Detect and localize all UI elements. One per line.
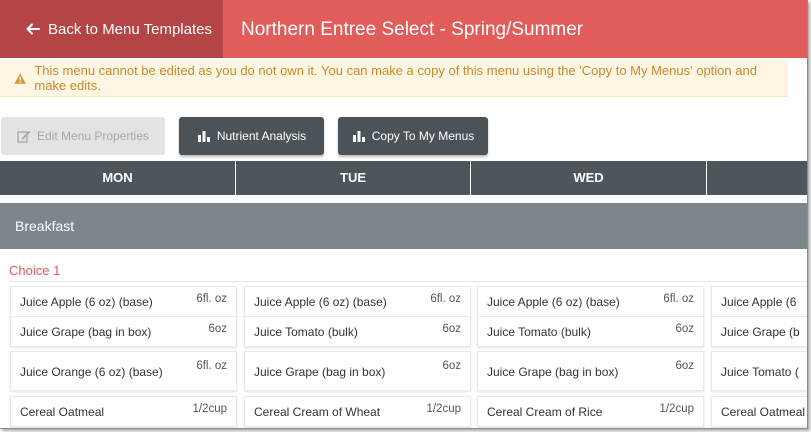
menu-item-quantity: 1/2cup [192,403,227,415]
menu-item-card[interactable]: Cereal Oatmeal 1/2cup [10,396,237,427]
nutrient-analysis-label: Nutrient Analysis [216,129,307,143]
menu-item-name: Juice Tomato ( [721,365,799,379]
menu-item-name: Juice Grape (bag in box) [254,365,386,379]
menu-item-quantity: 6oz [208,323,227,335]
back-to-menu-templates-button[interactable]: Back to Menu Templates [0,0,223,58]
bar-chart-icon [197,131,210,142]
menu-item-card[interactable]: Juice Grape (b [711,316,807,347]
menu-item-quantity: 6fl. oz [663,293,694,305]
warning-triangle-icon [14,72,26,84]
menu-item-name: Juice Apple (6 [721,295,797,309]
copy-to-my-menus-label: Copy To My Menus [371,129,475,143]
day-header-wed: WED [471,161,707,195]
menu-item-quantity: 1/2cup [659,403,694,415]
day-header-next [707,161,807,195]
menu-item-card[interactable]: Juice Grape (bag in box) 6oz [477,351,704,391]
menu-item-name: Juice Grape (b [721,325,800,339]
menu-item-name: Juice Grape (bag in box) [20,325,152,339]
menu-item-card[interactable]: Juice Grape (bag in box) 6oz [244,351,471,391]
menu-item-card[interactable]: Cereal Cream of Wheat 1/2cup [244,396,471,427]
warning-text: This menu cannot be edited as you do not… [34,63,757,93]
menu-item-card[interactable]: Cereal Cream of Rice 1/2cup [477,396,704,427]
menu-item-card[interactable]: Juice Tomato (bulk) 6oz [477,316,704,347]
menu-item-name: Cereal Oatmeal [721,405,806,419]
menu-item-name: Juice Tomato (bulk) [487,325,591,339]
menu-item-name: Juice Apple (6 oz) (base) [254,295,387,309]
header-bar: Back to Menu Templates Northern Entree S… [0,0,807,58]
menu-item-card[interactable]: Juice Grape (bag in box) 6oz [10,316,237,347]
day-header-tue: TUE [236,161,471,195]
meal-section-header[interactable]: Breakfast [0,203,807,249]
menu-item-quantity: 6oz [675,360,694,372]
menu-item-card[interactable]: Juice Apple (6 oz) (base) 6fl. oz [477,286,704,317]
menu-item-quantity: 6fl. oz [196,293,227,305]
menu-item-name: Juice Tomato (bulk) [254,325,358,339]
copy-to-my-menus-button[interactable]: Copy To My Menus [338,117,488,155]
menu-item-quantity: 1/2cup [426,403,461,415]
menu-item-card[interactable]: Juice Apple (6 oz) (base) 6fl. oz [10,286,237,317]
menu-item-name: Juice Apple (6 oz) (base) [20,295,153,309]
menu-item-card[interactable]: Juice Apple (6 oz) (base) 6fl. oz [244,286,471,317]
menu-item-card[interactable]: Juice Tomato (bulk) 6oz [244,316,471,347]
day-header-row: MON TUE WED [0,161,807,195]
menu-item-name: Juice Apple (6 oz) (base) [487,295,620,309]
menu-item-name: Juice Grape (bag in box) [487,365,619,379]
menu-item-quantity: 6fl. oz [196,360,227,372]
read-only-warning: This menu cannot be edited as you do not… [0,60,788,97]
edit-icon [17,131,31,143]
menu-item-card[interactable]: Juice Apple (6 [711,286,807,317]
edit-menu-properties-button[interactable]: Edit Menu Properties [1,117,165,155]
menu-item-name: Cereal Oatmeal [20,405,105,419]
menu-item-name: Juice Orange (6 oz) (base) [20,365,163,379]
day-header-mon: MON [0,161,236,195]
back-button-label: Back to Menu Templates [48,20,212,38]
arrow-left-icon [26,23,40,35]
menu-item-card[interactable]: Juice Tomato ( [711,351,807,391]
edit-menu-properties-label: Edit Menu Properties [36,129,150,143]
choice-label: Choice 1 [9,263,61,278]
page-title: Northern Entree Select - Spring/Summer [241,19,584,40]
divider [9,281,807,282]
menu-item-quantity: 6oz [675,323,694,335]
menu-item-name: Cereal Cream of Rice [487,405,603,419]
menu-item-quantity: 6fl. oz [430,293,461,305]
nutrient-analysis-button[interactable]: Nutrient Analysis [179,117,324,155]
bar-chart-icon [352,131,365,142]
menu-item-quantity: 6oz [442,323,461,335]
app-window: Back to Menu Templates Northern Entree S… [0,0,808,429]
menu-item-card[interactable]: Juice Orange (6 oz) (base) 6fl. oz [10,351,237,391]
menu-item-name: Cereal Cream of Wheat [254,405,381,419]
menu-item-card[interactable]: Cereal Oatmeal [711,396,807,427]
menu-item-quantity: 6oz [442,360,461,372]
